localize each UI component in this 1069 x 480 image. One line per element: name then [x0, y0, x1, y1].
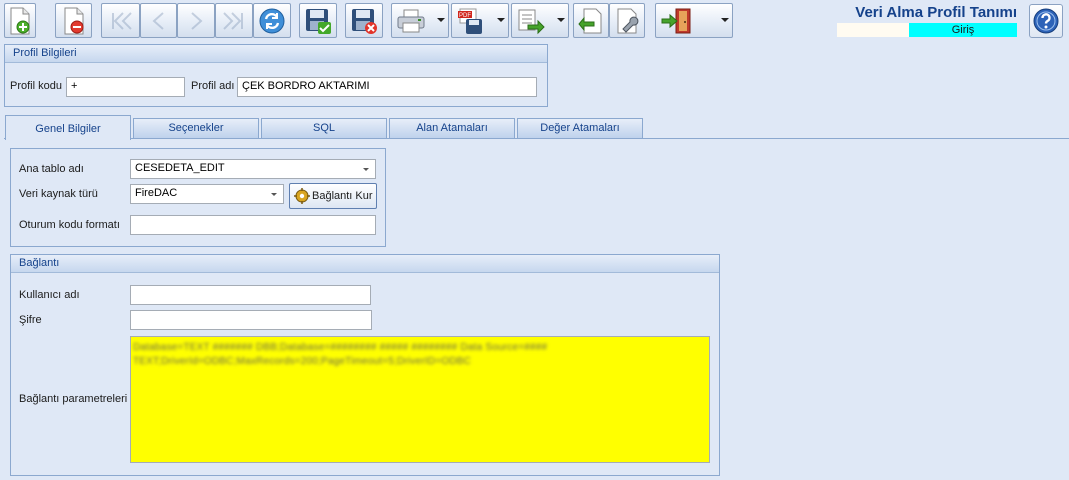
printer-icon: [397, 9, 425, 32]
veri-kaynak-label: Veri kaynak türü: [19, 188, 98, 200]
tab-sql[interactable]: SQL: [261, 118, 387, 138]
first-record-button[interactable]: [101, 3, 140, 38]
refresh-button[interactable]: [253, 3, 291, 38]
help-button[interactable]: [1029, 4, 1063, 38]
baglanti-kur-label: Bağlantı Kur: [312, 190, 373, 202]
baglanti-kur-button[interactable]: Bağlantı Kur: [289, 183, 377, 209]
mode-indicator-blank: [837, 23, 909, 37]
baglanti-parametre-line-2: TEXT;DriverId=ODBC;MaxRecords=200;PageTi…: [133, 356, 472, 367]
import-button[interactable]: [573, 3, 609, 38]
baglanti-parametreleri-memo[interactable]: Database=TEXT ####### DBB;Database=#####…: [130, 336, 710, 463]
veri-kaynak-value: FireDAC: [135, 187, 178, 199]
baglanti-parametreleri-label: Bağlantı parametreleri: [19, 393, 128, 405]
tab-secenekler[interactable]: Seçenekler: [133, 118, 259, 138]
previous-record-icon: [151, 11, 164, 30]
wrench-icon: [617, 8, 639, 33]
oturum-kodu-field[interactable]: [130, 215, 376, 235]
profil-kodu-label: Profil kodu: [10, 80, 62, 92]
profil-adi-field[interactable]: ÇEK BORDRO AKTARIMI: [237, 77, 537, 97]
ana-tablo-value: CESEDETA_EDIT: [135, 162, 225, 174]
chevron-down-icon: [271, 193, 277, 196]
refresh-icon: [259, 8, 285, 33]
tools-button[interactable]: [609, 3, 645, 38]
veri-kaynak-combo[interactable]: FireDAC: [130, 184, 284, 204]
next-record-button[interactable]: [177, 3, 215, 38]
delete-button[interactable]: [55, 3, 92, 38]
chevron-down-icon: [721, 18, 729, 22]
exit-button[interactable]: [655, 3, 733, 38]
chevron-down-icon: [437, 18, 445, 22]
svg-text:PDF: PDF: [459, 13, 471, 19]
connection-gear-icon: [294, 188, 310, 204]
cancel-button[interactable]: [345, 3, 383, 38]
export-icon: [518, 9, 545, 34]
profil-group-title: Profil Bilgileri: [5, 45, 547, 63]
exit-door-icon: [661, 8, 691, 33]
kullanici-adi-label: Kullanıcı adı: [19, 289, 80, 301]
last-record-icon: [223, 11, 243, 30]
chevron-down-icon: [363, 168, 369, 171]
last-record-button[interactable]: [215, 3, 253, 38]
sifre-field[interactable]: [130, 310, 372, 330]
new-document-icon: [10, 7, 30, 34]
first-record-icon: [111, 11, 132, 30]
oturum-kodu-label: Oturum kodu formatı: [19, 219, 120, 231]
profil-kodu-field[interactable]: +: [66, 77, 185, 97]
chevron-down-icon: [497, 18, 505, 22]
tab-deger-atamalari[interactable]: Değer Atamaları: [517, 118, 643, 138]
profil-adi-label: Profil adı: [191, 80, 235, 92]
new-button[interactable]: [4, 3, 36, 38]
pdf-save-icon: PDF: [458, 8, 482, 34]
sifre-label: Şifre: [19, 314, 42, 326]
kullanici-adi-field[interactable]: [130, 285, 371, 305]
export-button[interactable]: [511, 3, 569, 38]
profil-group: Profil Bilgileri: [4, 44, 548, 107]
chevron-down-icon: [557, 18, 565, 22]
delete-document-icon: [64, 7, 83, 34]
mode-indicator: Giriş: [909, 23, 1017, 37]
tab-genel-bilgiler[interactable]: Genel Bilgiler: [5, 115, 131, 140]
previous-record-button[interactable]: [140, 3, 177, 38]
ana-tablo-combo[interactable]: CESEDETA_EDIT: [130, 159, 376, 179]
ana-tablo-label: Ana tablo adı: [19, 163, 84, 175]
pdf-export-button[interactable]: PDF: [451, 3, 509, 38]
question-icon: [1033, 8, 1059, 34]
tab-alan-atamalari[interactable]: Alan Atamaları: [389, 118, 515, 138]
import-icon: [578, 8, 602, 33]
print-button[interactable]: [391, 3, 449, 38]
save-cancel-icon: [352, 8, 377, 34]
baglanti-parametre-line-1: Database=TEXT ####### DBB;Database=#####…: [133, 342, 548, 353]
next-record-icon: [191, 11, 203, 30]
baglanti-group-title: Bağlantı: [11, 255, 719, 273]
tab-strip-line: [4, 138, 1069, 139]
save-button[interactable]: [299, 3, 337, 38]
save-check-icon: [306, 8, 331, 34]
form-title: Veri Alma Profil Tanımı: [855, 4, 1017, 21]
